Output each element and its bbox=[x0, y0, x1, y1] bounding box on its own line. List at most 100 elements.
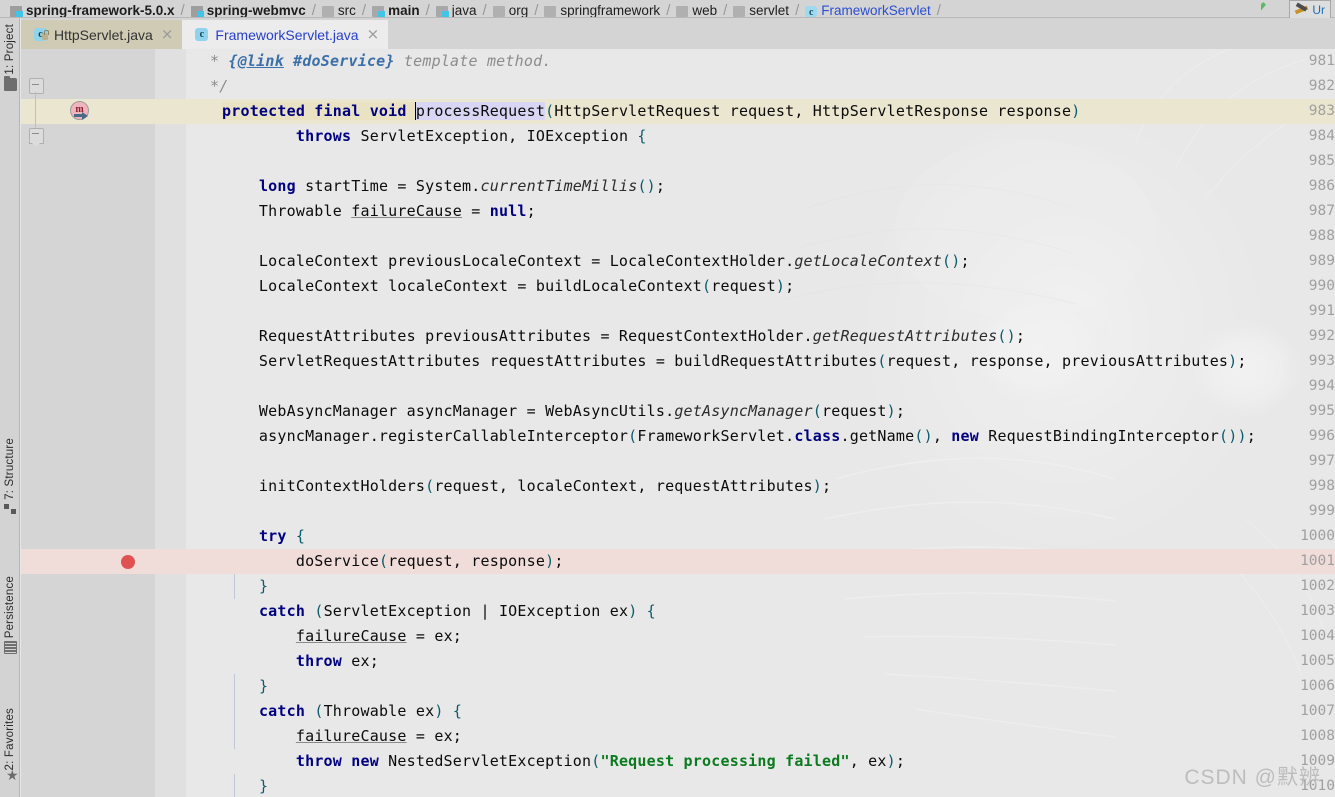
fold-collapse-icon[interactable] bbox=[29, 78, 44, 94]
code-line-995: WebAsyncManager asyncManager = WebAsyncU… bbox=[222, 402, 906, 420]
editor-gutter[interactable] bbox=[21, 49, 155, 797]
close-icon[interactable]: × bbox=[367, 27, 380, 42]
breadcrumb-separator: / bbox=[361, 2, 367, 18]
folder-icon bbox=[321, 5, 334, 17]
module-icon bbox=[10, 5, 23, 17]
breadcrumb-separator: / bbox=[795, 2, 800, 18]
code-line-990: LocaleContext localeContext = buildLocal… bbox=[222, 277, 795, 295]
breadcrumb-label: servlet bbox=[749, 3, 790, 18]
toolbar-right: Ur bbox=[1261, 0, 1335, 18]
fold-expand-icon[interactable] bbox=[29, 128, 44, 147]
breadcrumb-item-java[interactable]: java bbox=[435, 2, 477, 18]
breadcrumb-separator: / bbox=[534, 2, 539, 18]
breadcrumb-label: main bbox=[388, 3, 420, 18]
sidebar-item-structure[interactable]: 7: Structure bbox=[0, 438, 20, 516]
code-line-1007: catch (Throwable ex) { bbox=[258, 702, 463, 720]
code-line-1000: try { bbox=[258, 527, 306, 545]
breadcrumb-label: org bbox=[508, 3, 529, 18]
code-line-1003: catch (ServletException | IOException ex… bbox=[258, 602, 656, 620]
source-folder-icon bbox=[435, 5, 449, 17]
source-folder-icon bbox=[372, 5, 386, 17]
wrench-icon bbox=[1295, 3, 1308, 16]
breadcrumb-item-main[interactable]: main bbox=[372, 2, 420, 18]
fold-region-line bbox=[35, 92, 36, 128]
breadcrumb-label: spring-webmvc bbox=[206, 3, 306, 18]
java-class-readonly-icon: c bbox=[34, 27, 49, 42]
breadcrumb-separator: / bbox=[482, 2, 487, 18]
sidebar-item-project[interactable]: 1: Project bbox=[0, 24, 20, 91]
code-line-986: long startTime = System.currentTimeMilli… bbox=[258, 177, 666, 195]
editor-tab-frameworkservlet[interactable]: c FrameworkServlet.java × bbox=[182, 20, 389, 49]
breadcrumb-separator: / bbox=[723, 2, 728, 18]
code-line-1002: } bbox=[258, 577, 269, 595]
build-button[interactable]: Ur bbox=[1289, 0, 1331, 18]
code-text-area[interactable]: * {@link #doService} template method. */… bbox=[186, 49, 1335, 797]
breadcrumb-item-servlet[interactable]: servlet bbox=[733, 2, 790, 18]
breadcrumb-separator: / bbox=[311, 2, 316, 18]
editor-tab-label: HttpServlet.java bbox=[54, 26, 153, 43]
sidebar-item-label: 7: Structure bbox=[4, 438, 16, 500]
code-line-1004: failureCause = ex; bbox=[295, 627, 463, 645]
folder-icon bbox=[544, 5, 557, 17]
sidebar-item-persistence[interactable]: Persistence bbox=[0, 576, 20, 655]
close-icon[interactable]: × bbox=[161, 27, 174, 42]
project-icon bbox=[3, 75, 17, 91]
breadcrumb-item-web[interactable]: web bbox=[676, 2, 718, 18]
code-line-1005: throw ex; bbox=[295, 652, 379, 670]
breadcrumb-separator: / bbox=[425, 2, 430, 18]
breadcrumb-label: springframework bbox=[560, 3, 661, 18]
code-line-992: RequestAttributes previousAttributes = R… bbox=[222, 327, 1026, 345]
breadcrumb-item-spring-webmvc[interactable]: spring-webmvc bbox=[190, 2, 306, 18]
code-line-1006: } bbox=[258, 677, 269, 695]
folder-icon bbox=[492, 5, 505, 17]
code-line-987: Throwable failureCause = null; bbox=[222, 202, 536, 220]
breadcrumb-label: src bbox=[337, 3, 356, 18]
java-class-icon: c bbox=[195, 27, 209, 42]
code-line-1010: } bbox=[258, 777, 269, 795]
breadcrumb-label: java bbox=[451, 3, 477, 18]
breadcrumb-item-src[interactable]: src bbox=[321, 2, 356, 18]
structure-icon bbox=[3, 503, 17, 516]
module-icon bbox=[190, 5, 204, 17]
breadcrumb-item-framework-servlet[interactable]: c FrameworkServlet bbox=[805, 2, 931, 18]
sidebar-item-favorites[interactable]: 2: Favorites bbox=[0, 708, 20, 782]
breadcrumb-item-springframework[interactable]: springframework bbox=[544, 2, 661, 18]
code-line-984: throws ServletException, IOException { bbox=[295, 127, 647, 145]
code-line-1008: failureCause = ex; bbox=[295, 727, 463, 745]
code-line-981: * {@link #doService} template method. bbox=[210, 52, 552, 70]
persistence-icon bbox=[3, 641, 17, 655]
sidebar-item-label: 2: Favorites bbox=[4, 708, 16, 771]
folder-icon bbox=[676, 5, 689, 17]
sidebar-item-label: Persistence bbox=[4, 576, 16, 639]
checkmark-icon[interactable] bbox=[1261, 1, 1281, 17]
editor-tab-bar: c HttpServlet.java × c FrameworkServlet.… bbox=[21, 18, 1335, 49]
sidebar-item-label: 1: Project bbox=[4, 24, 16, 75]
build-button-label: Ur bbox=[1312, 2, 1325, 17]
class-icon: c bbox=[805, 5, 818, 17]
breadcrumb-label: spring-framework-5.0.x bbox=[26, 3, 175, 18]
breakpoint-icon[interactable] bbox=[121, 555, 135, 569]
breadcrumb-separator: / bbox=[180, 2, 185, 18]
ide-window: spring-framework-5.0.x / spring-webmvc /… bbox=[0, 0, 1335, 797]
left-tool-stripe: 1: Project 7: Structure Persistence 2: F… bbox=[0, 18, 20, 797]
editor-tab-httpservlet[interactable]: c HttpServlet.java × bbox=[21, 20, 183, 49]
editor-fold-column[interactable] bbox=[155, 49, 186, 797]
breadcrumb-label: FrameworkServlet bbox=[821, 3, 931, 18]
breadcrumb-label: web bbox=[692, 3, 718, 18]
breadcrumb-item-org[interactable]: org bbox=[492, 2, 529, 18]
code-line-998: initContextHolders(request, localeContex… bbox=[222, 477, 832, 495]
breadcrumb-item-spring-framework[interactable]: spring-framework-5.0.x bbox=[10, 2, 175, 18]
code-line-1009: throw new NestedServletException("Reques… bbox=[295, 752, 906, 770]
breadcrumb-separator: / bbox=[666, 2, 671, 18]
overriding-method-gutter-icon[interactable]: m bbox=[67, 101, 93, 125]
breadcrumb: spring-framework-5.0.x / spring-webmvc /… bbox=[0, 0, 1335, 18]
code-editor[interactable]: m 981 982 983 984 985 986 987 988 989 990 991 992 99… bbox=[21, 49, 1335, 797]
code-line-989: LocaleContext previousLocaleContext = Lo… bbox=[222, 252, 970, 270]
code-line-1001: doService(request, response); bbox=[222, 552, 564, 570]
